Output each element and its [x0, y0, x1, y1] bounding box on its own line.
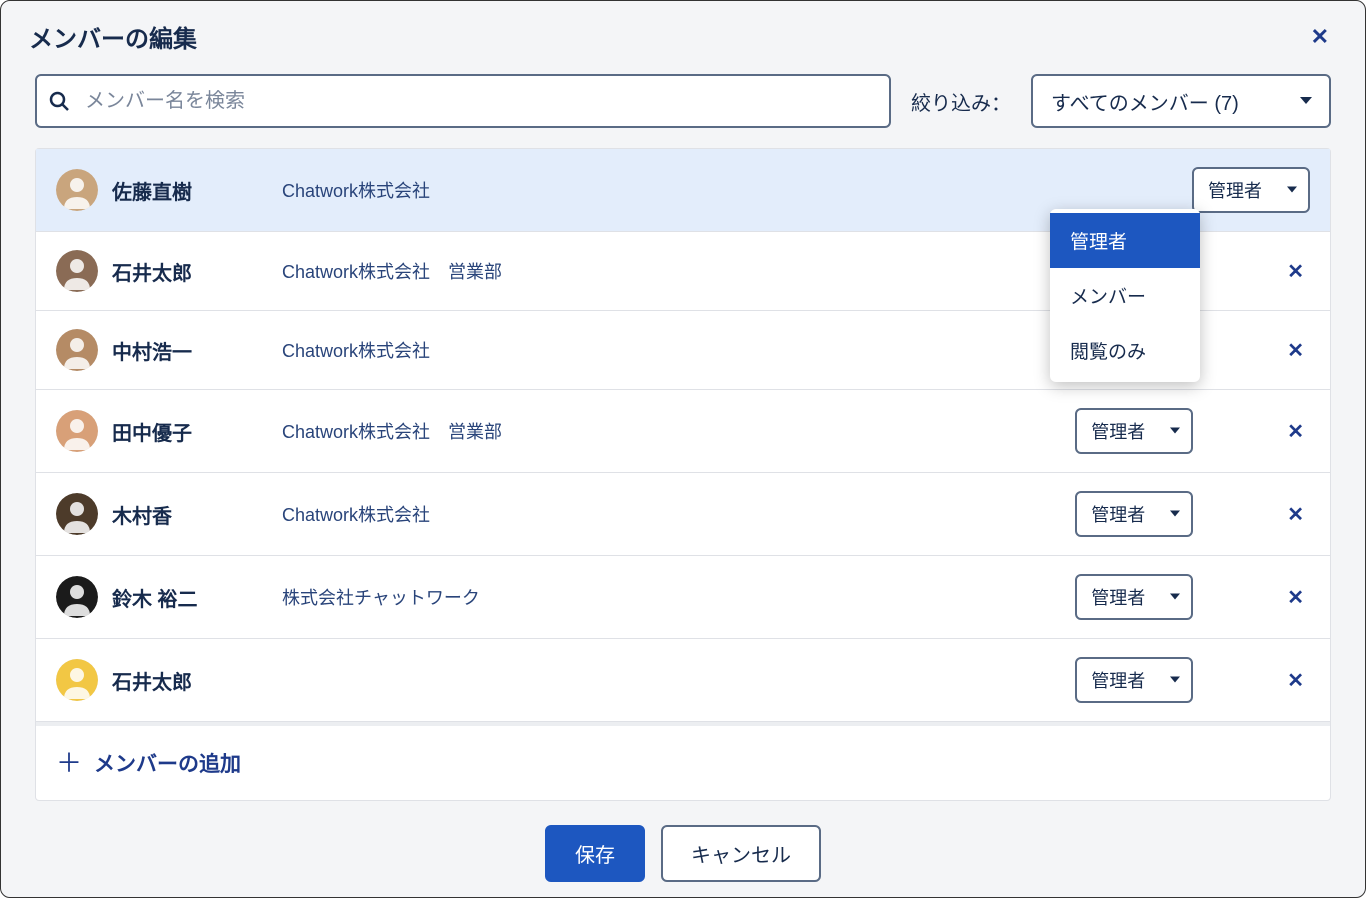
- edit-members-dialog: メンバーの編集 ✕ 絞り込み： すべてのメンバー (7) 佐藤直樹 Chatwor…: [0, 0, 1366, 898]
- role-dropdown-item[interactable]: メンバー: [1050, 268, 1200, 323]
- role-select-label: 管理者: [1091, 501, 1145, 527]
- avatar: [56, 493, 98, 535]
- remove-member-icon[interactable]: ✕: [1281, 662, 1310, 699]
- member-row: 石井太郎 管理者 ✕: [36, 639, 1330, 722]
- member-org: Chatwork株式会社: [282, 501, 430, 527]
- role-select-label: 管理者: [1091, 418, 1145, 444]
- remove-member-icon[interactable]: ✕: [1281, 332, 1310, 369]
- avatar: [56, 169, 98, 211]
- filter-select[interactable]: すべてのメンバー (7): [1031, 74, 1331, 128]
- save-button[interactable]: 保存: [545, 825, 645, 882]
- chevron-down-icon: [1299, 96, 1313, 106]
- role-select[interactable]: 管理者: [1075, 408, 1193, 454]
- remove-member-icon[interactable]: ✕: [1281, 579, 1310, 616]
- member-row: 木村香 Chatwork株式会社 管理者 ✕: [36, 473, 1330, 556]
- chevron-down-icon: [1169, 427, 1181, 436]
- member-row: 佐藤直樹Chatwork株式会社管理者管理者メンバー閲覧のみ: [36, 149, 1330, 232]
- member-name: 鈴木 裕二: [112, 583, 272, 612]
- dialog-header: メンバーの編集 ✕: [1, 1, 1365, 70]
- role-dropdown-item[interactable]: 閲覧のみ: [1050, 323, 1200, 378]
- role-select[interactable]: 管理者: [1075, 574, 1193, 620]
- dialog-title: メンバーの編集: [29, 19, 197, 54]
- role-select-label: 管理者: [1091, 667, 1145, 693]
- search-filter-toolbar: 絞り込み： すべてのメンバー (7): [1, 70, 1365, 148]
- cancel-button[interactable]: キャンセル: [661, 825, 821, 882]
- member-list: 佐藤直樹Chatwork株式会社管理者管理者メンバー閲覧のみ石井太郎Chatwo…: [35, 148, 1331, 801]
- member-org: Chatwork株式会社: [282, 337, 430, 363]
- filter-selected-text: すべてのメンバー (7): [1051, 87, 1239, 116]
- plus-icon: ＋: [56, 750, 82, 776]
- filter-label: 絞り込み：: [911, 87, 1011, 116]
- search-input[interactable]: [35, 74, 891, 128]
- member-dept: 営業部: [448, 258, 502, 284]
- member-dept: 営業部: [448, 418, 502, 444]
- member-name: 木村香: [112, 500, 272, 529]
- member-name: 佐藤直樹: [112, 176, 272, 205]
- role-dropdown-menu: 管理者メンバー閲覧のみ: [1050, 209, 1200, 382]
- member-name: 中村浩一: [112, 336, 272, 365]
- add-member-label: メンバーの追加: [94, 748, 241, 778]
- member-org: Chatwork株式会社: [282, 418, 430, 444]
- member-name: 石井太郎: [112, 666, 272, 695]
- search-wrap: [35, 74, 891, 128]
- avatar: [56, 250, 98, 292]
- avatar: [56, 576, 98, 618]
- member-name: 田中優子: [112, 417, 272, 446]
- role-select[interactable]: 管理者: [1075, 657, 1193, 703]
- remove-member-icon[interactable]: ✕: [1281, 413, 1310, 450]
- close-icon[interactable]: ✕: [1303, 20, 1337, 54]
- role-select[interactable]: 管理者: [1192, 167, 1310, 213]
- chevron-down-icon: [1169, 676, 1181, 685]
- role-select-label: 管理者: [1208, 177, 1262, 203]
- avatar: [56, 410, 98, 452]
- chevron-down-icon: [1169, 510, 1181, 519]
- member-org: 株式会社チャットワーク: [282, 584, 480, 610]
- chevron-down-icon: [1169, 593, 1181, 602]
- member-row: 鈴木 裕二株式会社チャットワーク 管理者 ✕: [36, 556, 1330, 639]
- remove-member-icon[interactable]: ✕: [1281, 496, 1310, 533]
- member-row: 田中優子 Chatwork株式会社営業部 管理者 ✕: [36, 390, 1330, 473]
- role-select[interactable]: 管理者: [1075, 491, 1193, 537]
- avatar: [56, 329, 98, 371]
- role-dropdown-item[interactable]: 管理者: [1050, 213, 1200, 268]
- member-name: 石井太郎: [112, 257, 272, 286]
- search-icon: [47, 89, 71, 113]
- member-org: Chatwork株式会社: [282, 177, 430, 203]
- dialog-footer: 保存 キャンセル: [1, 801, 1365, 906]
- chevron-down-icon: [1286, 186, 1298, 195]
- remove-member-icon[interactable]: ✕: [1281, 253, 1310, 290]
- role-select-label: 管理者: [1091, 584, 1145, 610]
- add-member-button[interactable]: ＋ メンバーの追加: [36, 722, 1330, 800]
- member-org: Chatwork株式会社: [282, 258, 430, 284]
- avatar: [56, 659, 98, 701]
